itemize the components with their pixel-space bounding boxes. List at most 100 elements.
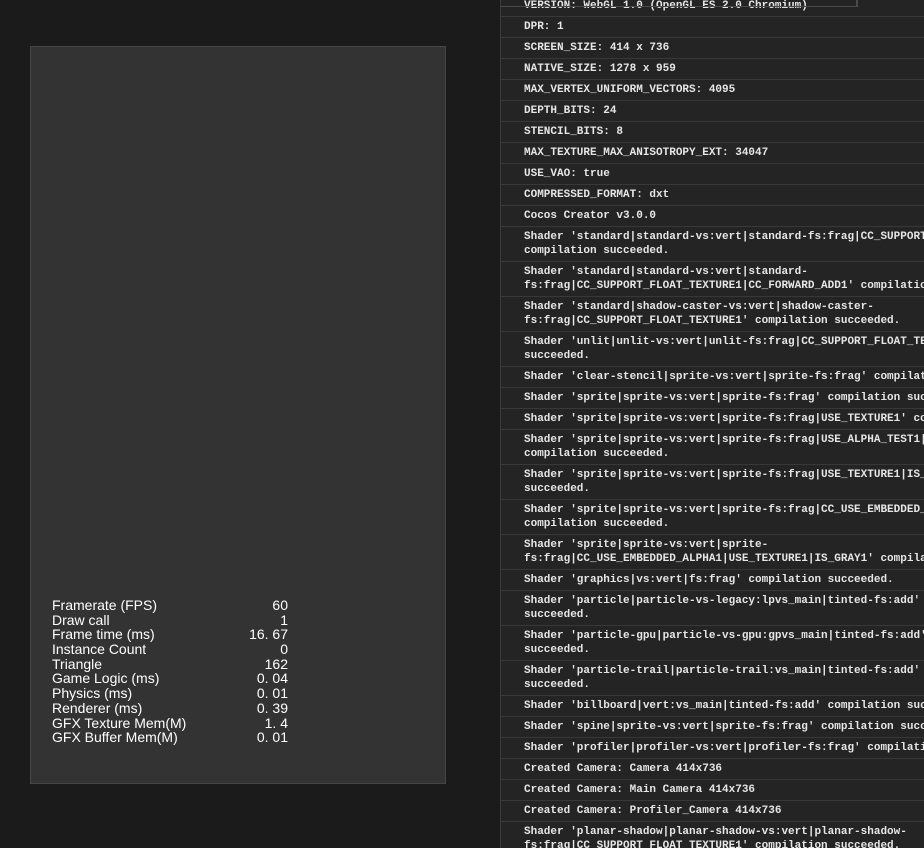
log-line: fs:frag|CC_USE_EMBEDDED_ALPHA1|USE_TEXTU… [524, 553, 924, 565]
console-log-entry: DPR: 1 [501, 17, 924, 38]
log-line: Created Camera: Camera 414x736 [524, 763, 723, 775]
log-line: fs:frag|CC_SUPPORT_FLOAT_TEXTURE1' compi… [524, 840, 901, 848]
log-line: Shader 'sprite|sprite-vs:vert|sprite-fs:… [524, 434, 924, 446]
profiler-value: 60 [272, 597, 288, 613]
log-line: Shader 'sprite|sprite-vs:vert|sprite-fs:… [524, 413, 924, 425]
console-log-entry: Shader 'graphics|vs:vert|fs:frag' compil… [501, 570, 924, 591]
profiler-label: Triangle [52, 655, 103, 672]
profiler-value: 1 [280, 611, 288, 628]
profiler-row: GFX Texture Mem(M) 1. 4 [52, 714, 288, 731]
log-line: COMPRESSED_FORMAT: dxt [524, 189, 670, 201]
console-log-entry: Shader 'particle|particle-vs-legacy:lpvs… [501, 591, 924, 626]
console-log-entry: VERSION: WebGL 1.0 (OpenGL ES 2.0 Chromi… [501, 0, 924, 17]
log-line: Shader 'clear-stencil|sprite-vs:vert|spr… [524, 371, 924, 383]
log-line: Shader 'sprite|sprite-vs:vert|sprite-fs:… [524, 392, 924, 404]
log-line: Shader 'standard|standard-vs:vert|standa… [524, 266, 808, 278]
console-log-entry: Shader 'standard|standard-vs:vert|standa… [501, 227, 924, 262]
log-line: Shader 'particle|particle-vs-legacy:lpvs… [524, 595, 924, 607]
console-log-entry: Shader 'sprite|sprite-vs:vert|sprite-fs:… [501, 500, 924, 535]
profiler-value: 0. 01 [256, 729, 288, 746]
console-log-entry: Shader 'profiler|profiler-vs:vert|profil… [501, 738, 924, 759]
profiler-label: Frame time (ms) [52, 626, 155, 643]
log-line: succeeded. [524, 483, 591, 495]
console-log-entry: Shader 'sprite|sprite-vs:vert|sprite-fs:… [501, 409, 924, 430]
console-filter-edge-corner [856, 0, 858, 6]
console-log-entry: MAX_TEXTURE_MAX_ANISOTROPY_EXT: 34047 [501, 143, 924, 164]
profiler-value: 0. 04 [256, 670, 288, 687]
log-line: fs:frag|CC_SUPPORT_FLOAT_TEXTURE1' compi… [524, 315, 901, 327]
console-log-entry: Shader 'sprite|sprite-vs:vert|sprite-fs:… [501, 465, 924, 500]
profiler-label: Renderer (ms) [52, 699, 143, 716]
log-line: Shader 'unlit|unlit-vs:vert|unlit-fs:fra… [524, 336, 924, 348]
log-line: Shader 'profiler|profiler-vs:vert|profil… [524, 742, 924, 754]
profiler-value: 0 [280, 641, 288, 658]
log-line: MAX_TEXTURE_MAX_ANISOTROPY_EXT: 34047 [524, 147, 769, 159]
profiler-label: GFX Buffer Mem(M) [52, 729, 178, 746]
log-line: compilation succeeded. [524, 518, 670, 530]
profiler-value: 16. 67 [249, 626, 288, 643]
log-line: MAX_VERTEX_UNIFORM_VECTORS: 4095 [524, 84, 736, 96]
profiler-value: 162 [264, 655, 288, 672]
log-line: Created Camera: Profiler_Camera 414x736 [524, 805, 782, 817]
preview-pane: Framerate (FPS) 60 Draw call 1 Frame time (m… [0, 0, 500, 848]
log-line: STENCIL_BITS: 8 [524, 126, 624, 138]
log-line: succeeded. [524, 609, 591, 621]
log-line: DEPTH_BITS: 24 [524, 105, 617, 117]
profiler-label: Instance Count [52, 641, 147, 658]
log-line: Shader 'particle-gpu|particle-vs-gpu:gpv… [524, 630, 924, 642]
log-line: Shader 'sprite|sprite-vs:vert|sprite-fs:… [524, 469, 924, 481]
console-log-entry: Shader 'standard|shadow-caster-vs:vert|s… [501, 297, 924, 332]
log-line: DPR: 1 [524, 21, 564, 33]
log-line: Shader 'spine|sprite-vs:vert|sprite-fs:f… [524, 721, 924, 733]
profiler-row: Physics (ms) 0. 01 [52, 686, 288, 701]
console-log-entry: Created Camera: Profiler_Camera 414x736 [501, 801, 924, 822]
log-line: succeeded. [524, 679, 591, 691]
log-line: NATIVE_SIZE: 1278 x 959 [524, 63, 676, 75]
console-log-entry: Created Camera: Main Camera 414x736 [501, 780, 924, 801]
profiler-row: Framerate (FPS) 60 [52, 598, 288, 613]
log-line: Created Camera: Main Camera 414x736 [524, 784, 756, 796]
profiler-label: GFX Texture Mem(M) [52, 714, 187, 731]
console-log-entry: MAX_VERTEX_UNIFORM_VECTORS: 4095 [501, 80, 924, 101]
log-line: succeeded. [524, 350, 591, 362]
log-line: Shader 'particle-trail|particle-trail:vs… [524, 665, 924, 677]
console-log-entry: Shader 'standard|standard-vs:vert|standa… [501, 262, 924, 297]
game-canvas[interactable]: Framerate (FPS) 60 Draw call 1 Frame time (m… [30, 46, 446, 784]
log-line: Shader 'billboard|vert:vs_main|tinted-fs… [524, 700, 924, 712]
console-log-entry: Shader 'unlit|unlit-vs:vert|unlit-fs:fra… [501, 332, 924, 367]
profiler-value: 1. 4 [264, 714, 288, 731]
console-filter-edge [501, 6, 858, 7]
log-line: SCREEN_SIZE: 414 x 736 [524, 42, 670, 54]
console-log-entry: Shader 'billboard|vert:vs_main|tinted-fs… [501, 696, 924, 717]
console-log-entry: USE_VAO: true [501, 164, 924, 185]
log-line: Shader 'planar-shadow|planar-shadow-vs:v… [524, 826, 907, 838]
console-log-entry: Shader 'sprite|sprite-vs:vert|sprite-fs:… [501, 430, 924, 465]
log-line: Shader 'standard|shadow-caster-vs:vert|s… [524, 301, 874, 313]
console-log-entry: COMPRESSED_FORMAT: dxt [501, 185, 924, 206]
console-log-entry: DEPTH_BITS: 24 [501, 101, 924, 122]
console-log-list: VERSION: WebGL 1.0 (OpenGL ES 2.0 Chromi… [501, 0, 924, 848]
profiler-label: Physics (ms) [52, 685, 133, 702]
profiler-label: Game Logic (ms) [52, 670, 160, 687]
profiler-row: GFX Buffer Mem(M) 0. 01 [52, 730, 288, 745]
profiler-row: Triangle 162 [52, 657, 288, 672]
console-log-entry: Shader 'particle-trail|particle-trail:vs… [501, 661, 924, 696]
profiler-label: Framerate (FPS) [52, 597, 158, 613]
log-line: Shader 'sprite|sprite-vs:vert|sprite- [524, 539, 769, 551]
profiler-stats: Framerate (FPS) 60 Draw call 1 Frame time (m… [52, 598, 288, 745]
console-log-entry: Shader 'sprite|sprite-vs:vert|sprite-fs:… [501, 535, 924, 570]
console-panel[interactable]: VERSION: WebGL 1.0 (OpenGL ES 2.0 Chromi… [501, 0, 924, 848]
profiler-value: 0. 01 [256, 685, 288, 702]
console-log-entry: Shader 'sprite|sprite-vs:vert|sprite-fs:… [501, 388, 924, 409]
console-log-entry: Shader 'planar-shadow|planar-shadow-vs:v… [501, 822, 924, 848]
log-line: succeeded. [524, 644, 591, 656]
log-line: compilation succeeded. [524, 245, 670, 257]
profiler-row: Renderer (ms) 0. 39 [52, 701, 288, 716]
log-line: fs:frag|CC_SUPPORT_FLOAT_TEXTURE1|CC_FOR… [524, 280, 924, 292]
console-log-entry: Shader 'spine|sprite-vs:vert|sprite-fs:f… [501, 717, 924, 738]
profiler-row: Draw call 1 [52, 611, 288, 628]
console-log-entry: STENCIL_BITS: 8 [501, 122, 924, 143]
console-log-entry: Shader 'particle-gpu|particle-vs-gpu:gpv… [501, 626, 924, 661]
log-line: compilation succeeded. [524, 448, 670, 460]
profiler-label: Draw call [52, 611, 110, 628]
